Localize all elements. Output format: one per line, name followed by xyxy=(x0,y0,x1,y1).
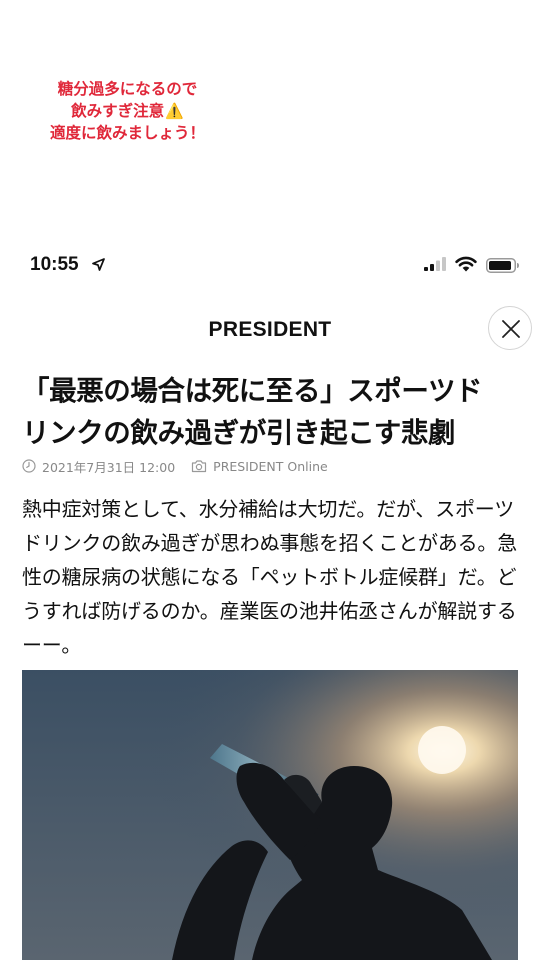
caption-line-3: 適度に飲みましょう！ xyxy=(49,124,205,142)
article-title-line-2: リンクの飲み過ぎが引き起こす悲劇 xyxy=(22,417,456,449)
status-time: 10:55 xyxy=(30,254,79,275)
brand-logo: PRESIDENT xyxy=(208,318,332,341)
article-lead: 熱中症対策として、水分補給は大切だ。だが、スポーツドリンクの飲み過ぎが思わぬ事態… xyxy=(22,497,517,657)
overlay-caption: 糖分過多になるので 飲みすぎ注意⚠️ 適度に飲みましょう！ xyxy=(0,78,255,144)
person-drinking-bottle-image xyxy=(22,670,518,960)
clock-icon xyxy=(22,459,36,473)
article-meta: 2021年7月31日 12:00 PRESIDENT Online xyxy=(22,457,328,475)
hero-image xyxy=(22,670,518,960)
close-button[interactable] xyxy=(488,306,532,350)
cellular-signal-icon xyxy=(424,257,446,271)
status-bar: 10:55 xyxy=(0,250,540,284)
camera-icon xyxy=(192,460,207,473)
close-icon xyxy=(502,320,520,338)
caption-line-1: 糖分過多になるので xyxy=(57,80,198,98)
caption-line-2-text: 飲みすぎ注意 xyxy=(71,102,165,120)
article-source: PRESIDENT Online xyxy=(213,458,328,474)
article-title: 「最悪の場合は死に至る」スポーツド リンクの飲み過ぎが引き起こす悲劇 xyxy=(22,370,522,454)
location-arrow-icon xyxy=(92,258,105,271)
wifi-icon xyxy=(455,256,477,272)
article-date: 2021年7月31日 12:00 xyxy=(42,459,176,475)
caption-line-2: 飲みすぎ注意⚠️ xyxy=(0,100,255,122)
warning-icon: ⚠️ xyxy=(165,102,184,120)
article-title-line-1: 「最悪の場合は死に至る」スポーツド xyxy=(22,375,483,407)
battery-icon xyxy=(486,258,519,273)
article-header: PRESIDENT xyxy=(0,304,540,354)
